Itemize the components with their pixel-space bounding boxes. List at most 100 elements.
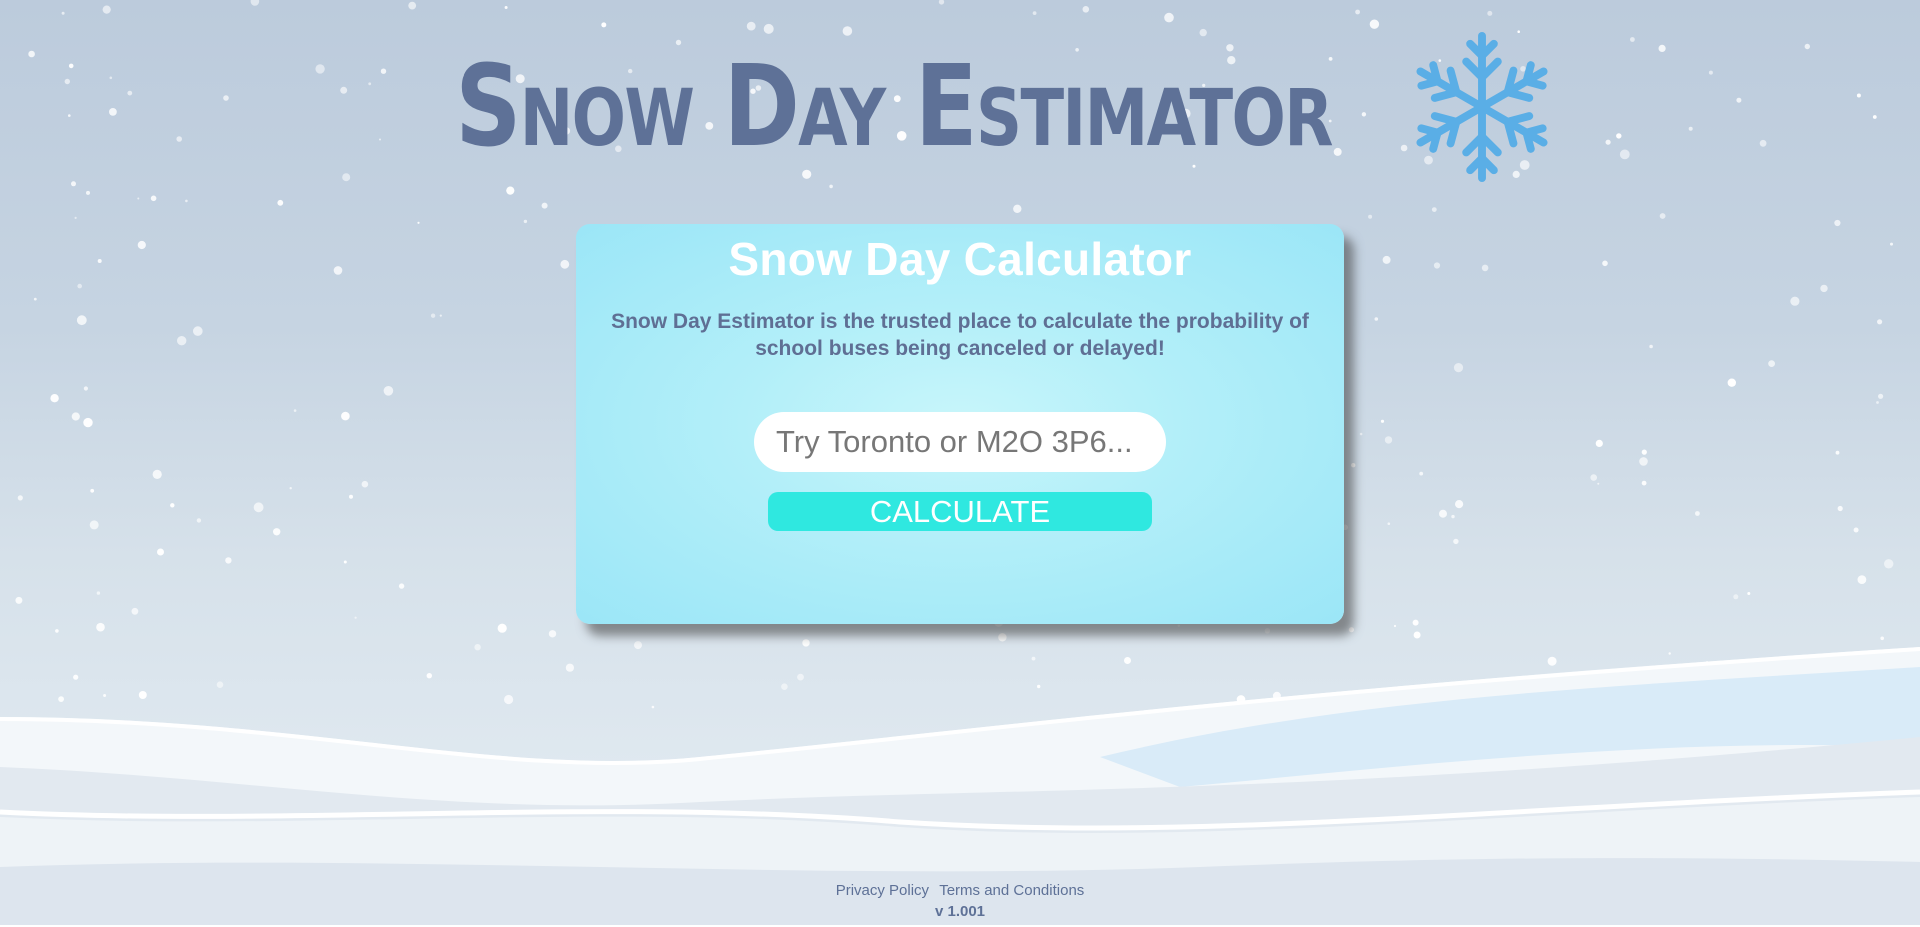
snow-particle [1641, 449, 1647, 455]
snow-particle [1876, 401, 1879, 404]
snow-particle [1639, 457, 1648, 466]
snow-particle [225, 557, 232, 564]
snow-particle [1890, 242, 1893, 246]
snow-particle [343, 560, 347, 564]
snow-particle [938, 0, 945, 5]
snow-particle [273, 528, 281, 536]
snow-particle [74, 216, 77, 219]
snow-particle [1082, 6, 1090, 13]
snow-particle [1733, 594, 1739, 600]
snow-particle [333, 266, 343, 275]
snow-particle [417, 221, 420, 224]
snow-particle [1659, 213, 1666, 219]
snow-particle [1747, 592, 1751, 595]
snow-particle [131, 607, 139, 615]
snow-particle [1453, 363, 1464, 373]
calculator-title: Snow Day Calculator [728, 233, 1192, 285]
calculate-button[interactable]: CALCULATE [768, 492, 1152, 531]
snow-particle [196, 518, 202, 523]
snow-particle [61, 11, 65, 15]
snow-particle [250, 0, 260, 6]
snow-particle [1013, 204, 1022, 213]
snow-particle [1387, 522, 1391, 525]
snow-particle [504, 6, 508, 9]
snow-particle [1641, 480, 1647, 486]
snow-particle [289, 487, 292, 490]
snow-particle [439, 314, 442, 317]
snow-particle [1355, 9, 1360, 15]
snow-particle [152, 469, 162, 479]
snow-particle [1695, 511, 1700, 516]
snow-particle [1455, 500, 1464, 509]
snow-particle [1433, 262, 1441, 269]
snow-particle [1853, 527, 1859, 533]
footer: Privacy Policy Terms and Conditions v 1.… [0, 882, 1920, 920]
snow-particle [1835, 450, 1840, 455]
snow-particle [1602, 260, 1608, 267]
site-header: Snow Day Estimator [0, 28, 1920, 186]
snow-particle [1857, 575, 1867, 584]
snow-particle [293, 409, 297, 412]
snow-particle [277, 199, 284, 206]
snow-particle [1590, 474, 1597, 481]
snow-particle [15, 596, 23, 604]
snow-particle [1384, 436, 1393, 444]
snow-particle [170, 503, 175, 508]
snowflake-icon [1403, 31, 1561, 186]
snow-particle [77, 283, 82, 289]
snow-particle [83, 386, 88, 391]
snow-particle [33, 297, 37, 301]
snow-particle [1790, 296, 1800, 306]
snow-particle [430, 313, 436, 318]
snow-particle [1487, 10, 1493, 16]
privacy-policy-link[interactable]: Privacy Policy [836, 882, 929, 899]
snow-particle [541, 202, 548, 209]
snow-particle [1877, 319, 1883, 325]
snow-particle [1878, 393, 1884, 399]
snow-particle [1597, 482, 1600, 485]
snow-particle [97, 259, 102, 263]
location-search-input[interactable] [754, 412, 1166, 472]
snow-particle [361, 480, 369, 488]
snow-particle [1834, 219, 1841, 227]
snow-particle [86, 190, 90, 195]
snow-particle [349, 494, 353, 499]
snow-particle [1884, 559, 1894, 569]
snow-particle [383, 386, 394, 396]
snow-particle [96, 591, 101, 595]
snow-particle [523, 219, 528, 224]
snow-particle [1412, 619, 1419, 626]
snow-particle [1439, 509, 1447, 518]
snow-particle [50, 394, 59, 403]
snow-particle [1032, 11, 1037, 16]
snow-particle [1382, 255, 1391, 264]
terms-link[interactable]: Terms and Conditions [939, 882, 1084, 899]
snow-particle [157, 548, 164, 556]
snow-particle [193, 326, 203, 336]
snow-particle [89, 520, 99, 530]
site-title: Snow Day Estimator [455, 42, 1334, 172]
snow-particle [185, 199, 188, 203]
snow-particle [1595, 439, 1603, 447]
snow-particle [150, 195, 157, 202]
snow-particle [137, 197, 140, 200]
snow-particle [1164, 12, 1174, 23]
calculator-card: Snow Day Calculator Snow Day Estimator i… [576, 224, 1344, 624]
snow-particle [1374, 317, 1379, 321]
snow-particle [408, 1, 417, 10]
snow-particle [1768, 360, 1775, 367]
snow-particle [17, 495, 23, 501]
snow-particle [1820, 284, 1828, 293]
snow-particle [601, 22, 607, 28]
snow-particle [1837, 505, 1843, 512]
snow-particle [90, 488, 95, 493]
snow-particle [354, 616, 357, 619]
snow-particle [1351, 463, 1356, 468]
snow-particle [137, 240, 146, 250]
snow-particle [83, 417, 93, 428]
snow-particle [341, 411, 350, 421]
footer-links: Privacy Policy Terms and Conditions [0, 882, 1920, 899]
snow-particle [1453, 538, 1459, 545]
snow-particle [506, 186, 515, 195]
snow-particle [102, 5, 111, 14]
